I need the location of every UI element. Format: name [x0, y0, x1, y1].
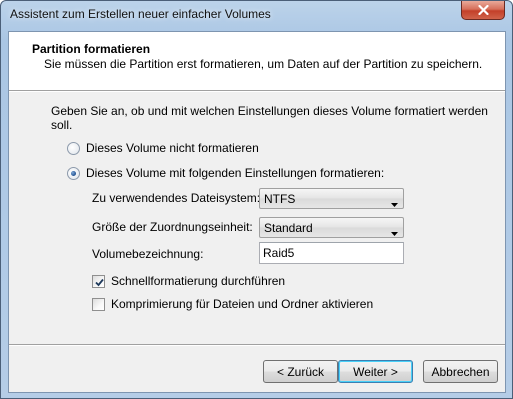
next-button[interactable]: Weiter >	[338, 360, 413, 383]
title-bar[interactable]: Assistent zum Erstellen neuer einfacher …	[1, 1, 512, 31]
volume-label-input[interactable]: Raid5	[259, 242, 404, 264]
page-title: Partition formatieren	[32, 42, 151, 56]
close-icon	[477, 5, 489, 15]
cancel-button[interactable]: Abbrechen	[423, 360, 498, 383]
window-title: Assistent zum Erstellen neuer einfacher …	[10, 7, 271, 21]
close-button[interactable]	[461, 1, 505, 20]
filesystem-label: Zu verwendendes Dateisystem:	[92, 191, 261, 205]
compression-checkbox-row[interactable]: Komprimierung für Dateien und Ordner akt…	[92, 296, 373, 312]
chevron-down-icon	[391, 196, 398, 210]
radio-no-format-button[interactable]	[67, 141, 80, 155]
back-button[interactable]: < Zurück	[263, 360, 338, 383]
wizard-body: Geben Sie an, ob und mit welchen Einstel…	[9, 93, 505, 343]
allocation-unit-select[interactable]: Standard	[259, 217, 404, 238]
radio-format[interactable]: Dieses Volume mit folgenden Einstellunge…	[67, 165, 384, 181]
compression-label: Komprimierung für Dateien und Ordner akt…	[111, 297, 374, 311]
radio-format-button[interactable]	[67, 166, 80, 180]
quick-format-checkbox-row[interactable]: Schnellformatierung durchführen	[92, 273, 285, 289]
filesystem-value: NTFS	[264, 192, 296, 206]
footer-divider-highlight	[9, 345, 505, 346]
quick-format-label: Schnellformatierung durchführen	[111, 274, 286, 288]
compression-checkbox[interactable]	[92, 297, 105, 311]
radio-format-label: Dieses Volume mit folgenden Einstellunge…	[86, 166, 385, 180]
radio-no-format-label: Dieses Volume nicht formatieren	[86, 141, 259, 155]
header-divider	[9, 91, 505, 92]
page-subtitle: Sie müssen die Partition erst formatiere…	[44, 57, 483, 71]
volume-label-label: Volumebezeichnung:	[92, 247, 204, 261]
radio-no-format[interactable]: Dieses Volume nicht formatieren	[67, 140, 259, 156]
wizard-header: Partition formatieren Sie müssen die Par…	[9, 32, 505, 91]
allocation-unit-value: Standard	[264, 221, 313, 235]
instruction-text: Geben Sie an, ob und mit welchen Einstel…	[51, 104, 488, 132]
wizard-window: Assistent zum Erstellen neuer einfacher …	[0, 0, 513, 399]
chevron-down-icon	[391, 225, 398, 239]
wizard-client-area: Partition formatieren Sie müssen die Par…	[8, 31, 506, 393]
allocation-unit-label: Größe der Zuordnungseinheit:	[92, 220, 253, 234]
quick-format-checkbox[interactable]	[92, 274, 105, 288]
filesystem-select[interactable]: NTFS	[259, 188, 404, 209]
